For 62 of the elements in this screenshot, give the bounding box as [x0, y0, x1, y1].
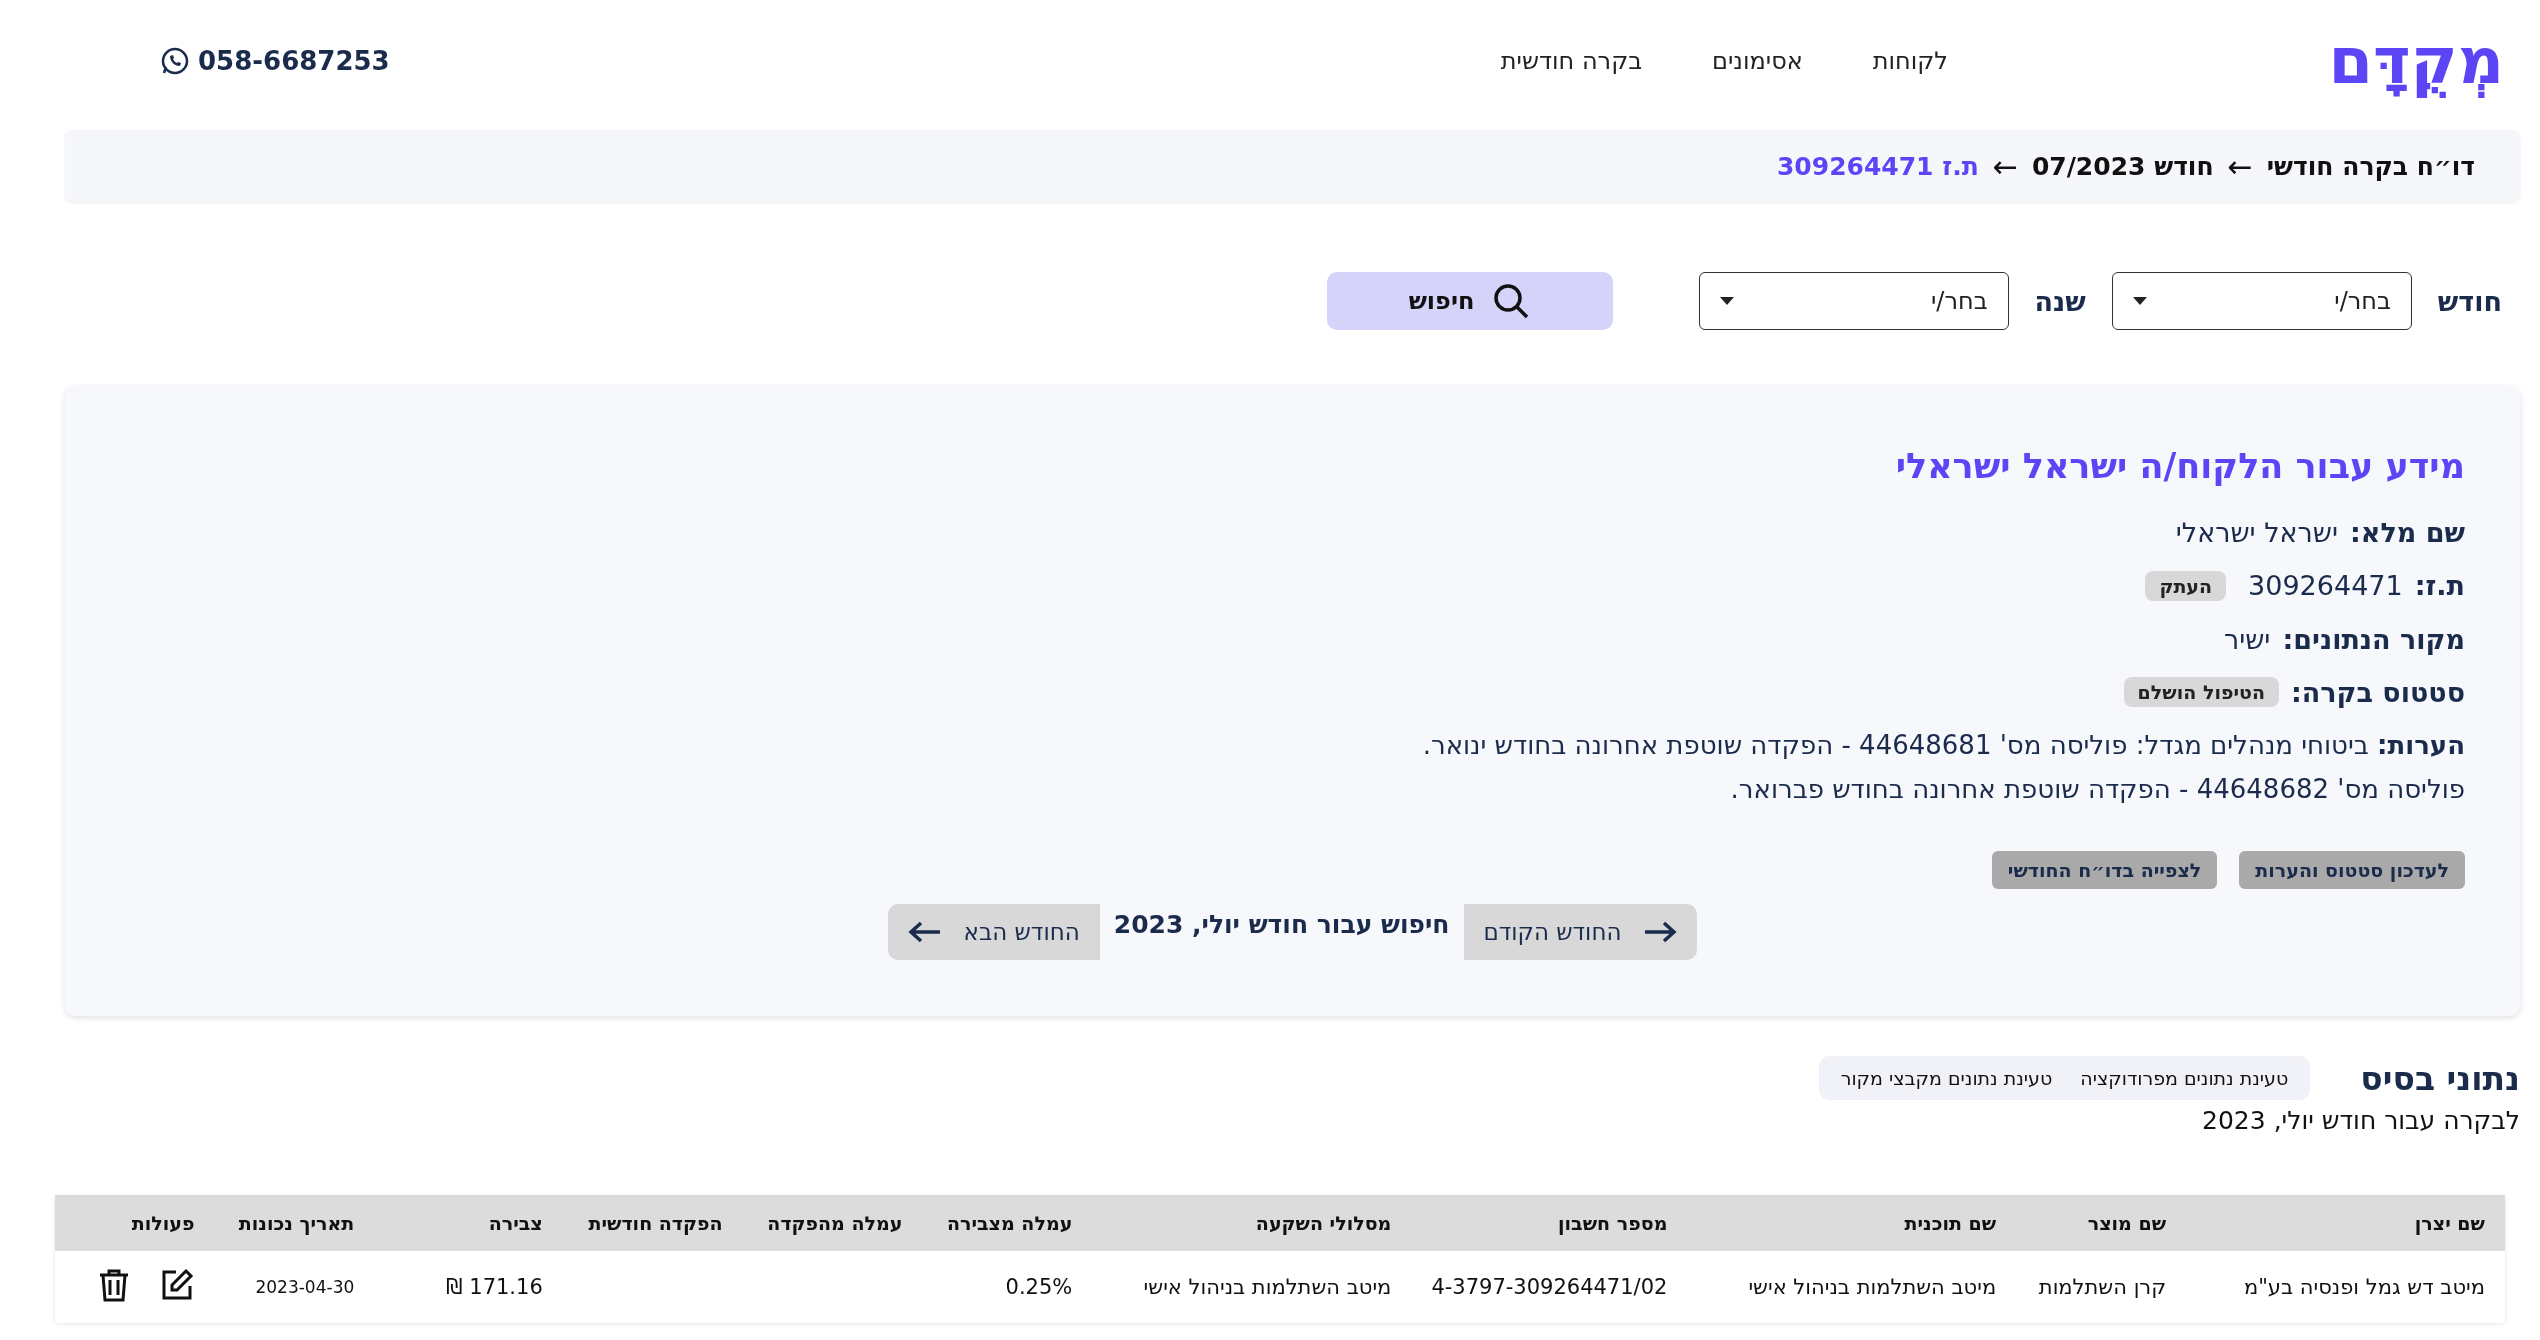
load-button[interactable]: טעינת נתונים מקבצי מקור	[1826, 1067, 2067, 1089]
notes-text: הערות: ביטוחי מנהלים מגדל: פוליסה מס' 44648681 - הפקדה שוטפת אחרונה בחודש ינואר. פוליסה מס' 44648682 - הפקדה שוטפת אחרונה בחודש פברואר.	[1421, 729, 2465, 806]
section-subtitle: לבקרה עבור חודש יולי, 2023	[2201, 1106, 2520, 1135]
next-month-button[interactable]: החודש הבא	[887, 904, 1100, 960]
previous-month-button[interactable]: החודש הקודם	[1463, 904, 1698, 960]
column-header: עמלה מהפקדה	[742, 1195, 923, 1251]
field-label: מקור הנתונים:	[2282, 623, 2465, 655]
column-header: שם תוכנית	[1687, 1195, 2017, 1251]
phone-number[interactable]: 058-6687253	[198, 46, 390, 76]
column-header: צבירה	[374, 1195, 563, 1251]
table-cell: 171.16 ₪	[374, 1251, 563, 1323]
logo[interactable]: מְקֻדָּם	[2324, 13, 2508, 109]
edit-icon[interactable]	[160, 1267, 195, 1302]
column-header: מסלולי השקעה	[1092, 1195, 1412, 1251]
breadcrumb-separator: ←	[1992, 148, 2018, 184]
search-icon	[1492, 282, 1531, 320]
table-cell: קרן השתלמות	[2016, 1251, 2187, 1323]
caret-icon	[2132, 297, 2147, 305]
year-select[interactable]: בחר/י	[1698, 272, 2009, 330]
breadcrumb-separator: ←	[2227, 148, 2253, 184]
table-cell: 0.25%	[922, 1251, 1093, 1323]
load-button[interactable]: טעינת נתונים מפרודוקציה	[2066, 1067, 2303, 1089]
nav-link[interactable]: אסימונים	[1712, 47, 1803, 75]
column-header: פעולות	[55, 1195, 215, 1251]
whatsapp-icon[interactable]	[160, 46, 190, 76]
table-cell: 4-3797-309264471/02	[1411, 1251, 1688, 1323]
column-header: עמלה מצבירה	[922, 1195, 1093, 1251]
year-label: שנה	[2034, 285, 2086, 317]
table-cell: מיטב השתלמות בניהול אישי	[1687, 1251, 2017, 1323]
copy-button[interactable]: העתק	[2145, 570, 2227, 601]
column-header: מספר חשבון	[1411, 1195, 1688, 1251]
month-select[interactable]: בחר/י	[2111, 272, 2412, 330]
table-cell: 2023-04-30	[214, 1251, 375, 1323]
field-value: 309264471	[2248, 570, 2403, 602]
action-button[interactable]: לעדכון סטטוס והערות	[2239, 851, 2465, 889]
caret-icon	[1719, 297, 1734, 305]
field-label: ת.ז:	[2414, 570, 2465, 602]
section-title: נתוני בסיס	[2360, 1058, 2520, 1098]
field-value: ישיר	[2223, 623, 2271, 655]
breadcrumb-link[interactable]: חודש 07/2023	[2031, 151, 2214, 181]
status-badge: הטיפול הושלם	[2123, 677, 2279, 708]
column-header: שם יצרן	[2186, 1195, 2505, 1251]
arrow-icon	[907, 921, 942, 943]
field-label: סטטוס בקרה:	[2291, 676, 2465, 708]
table-cell: מיטב השתלמות בניהול אישי	[1092, 1251, 1412, 1323]
column-header: תאריך נכונות	[214, 1195, 375, 1251]
column-header: שם מוצר	[2016, 1195, 2187, 1251]
field-label: שם מלא:	[2350, 517, 2465, 549]
arrow-icon	[1643, 921, 1678, 943]
card-title: מידע עבור הלקוח/ה ישראל ישראלי	[1894, 446, 2465, 486]
field-value: ישראל ישראלי	[2175, 517, 2338, 549]
delete-icon[interactable]	[98, 1267, 131, 1302]
breadcrumb-link[interactable]: ת.ז 309264471	[1776, 151, 1979, 181]
nav-link[interactable]: לקוחות	[1872, 47, 1948, 75]
table-cell: מיטב דש גמל ופנסיה בע"מ	[2186, 1251, 2505, 1323]
nav-link[interactable]: בקרה חודשית	[1500, 47, 1643, 75]
breadcrumb-link[interactable]: דו״ח בקרה חודשי	[2266, 151, 2475, 181]
search-button[interactable]: חיפוש	[1326, 272, 1613, 330]
column-header: הפקדה חודשית	[562, 1195, 743, 1251]
action-button[interactable]: לצפייה בדו״ח החודשי	[1991, 851, 2218, 889]
month-label: חודש	[2437, 285, 2502, 317]
month-search-title: חיפוש עבור חודש יולי, 2023	[1112, 909, 1451, 939]
